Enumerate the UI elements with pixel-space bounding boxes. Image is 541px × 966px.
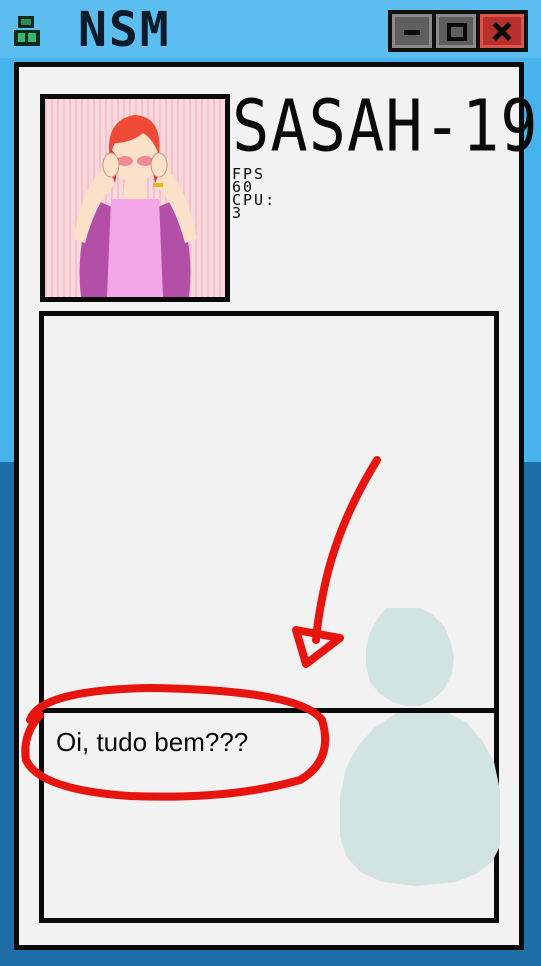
user-silhouette-icon <box>340 608 500 886</box>
title-bar[interactable]: NSM <box>0 0 541 58</box>
maximize-button[interactable] <box>436 14 476 48</box>
minimize-button[interactable] <box>392 14 432 48</box>
avatar[interactable] <box>40 94 230 302</box>
stats-readout: FPS 60 CPU: 3 <box>232 167 276 221</box>
window-title: NSM <box>78 2 171 58</box>
window-controls <box>388 10 528 52</box>
input-divider <box>39 708 499 713</box>
close-button[interactable] <box>480 14 524 48</box>
chat-message[interactable]: Oi, tudo bem??? <box>56 727 248 758</box>
pixel-figure-icon <box>14 16 40 46</box>
profile-username: SASAH-19 <box>232 84 539 168</box>
app-window: NSM SASAH-19 FPS 60 CPU: 3 Oi, tudo bem?… <box>0 0 541 966</box>
avatar-illustration <box>45 99 225 297</box>
